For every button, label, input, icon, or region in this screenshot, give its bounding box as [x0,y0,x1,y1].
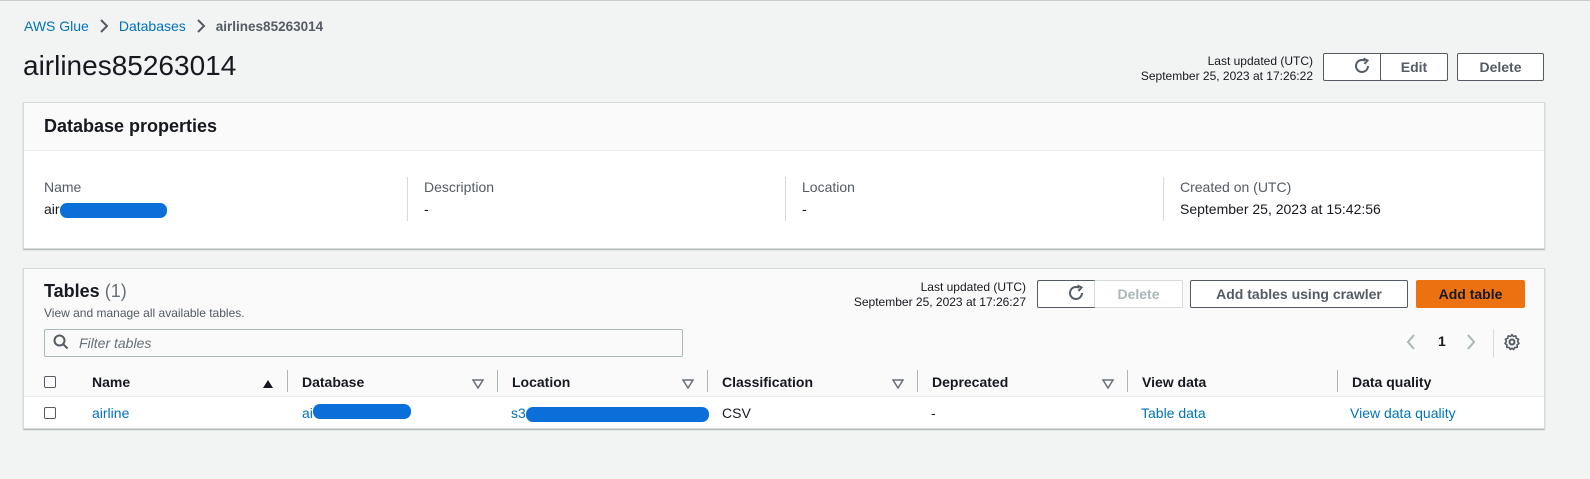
last-updated: Last updated (UTC) September 25, 2023 at… [1141,54,1313,84]
breadcrumb-databases[interactable]: Databases [119,18,186,34]
tables-delete-button[interactable]: Delete [1094,280,1183,308]
table-cell-data-quality: View data quality [1350,405,1456,421]
redaction-mark [312,403,411,419]
sort-icon[interactable] [891,376,905,392]
top-border [0,0,1590,1]
column-header-deprecated[interactable]: Deprecated [932,374,1008,390]
database-properties-panel: Database properties Name air Description… [23,102,1545,249]
table-cell-database: ai [302,403,411,421]
select-all-checkbox[interactable] [44,376,56,388]
tables-title: Tables (1) [44,281,127,302]
property-name-label: Name [44,179,82,195]
edit-button[interactable]: Edit [1380,53,1448,81]
settings-gear-icon[interactable] [1503,333,1521,354]
location-link[interactable]: s3 [511,405,709,422]
database-link-text: ai [302,405,313,421]
property-name: Name air [44,179,167,218]
sort-icon[interactable] [471,376,485,392]
column-view-data-label: View data [1142,374,1207,390]
sort-icon[interactable] [1101,376,1115,392]
property-created: Created on (UTC) September 25, 2023 at 1… [1180,179,1381,217]
table-data-link[interactable]: Table data [1141,405,1206,421]
filter-tables-input[interactable] [77,334,661,352]
column-resizer[interactable] [1127,370,1128,392]
property-created-label: Created on (UTC) [1180,179,1292,195]
tables-count: (1) [104,281,127,301]
column-header-data-quality: Data quality [1352,374,1431,390]
property-created-value: September 25, 2023 at 15:42:56 [1180,201,1381,217]
tables-last-updated: Last updated (UTC) September 25, 2023 at… [854,280,1026,310]
table-cell-name: airline [92,405,129,421]
breadcrumb-aws-glue[interactable]: AWS Glue [24,18,89,34]
location-link-text: s3 [511,405,526,421]
tables-last-updated-value: September 25, 2023 at 17:26:27 [853,295,1026,309]
page-title: airlines85263014 [23,50,237,81]
redaction-mark [525,406,709,422]
panel-header [24,103,1544,151]
row-select-checkbox[interactable] [44,407,56,419]
table-name-link[interactable]: airline [92,405,129,421]
column-header-view-data: View data [1142,374,1206,390]
divider [1163,177,1164,221]
column-resizer[interactable] [287,370,288,392]
sort-ascending-icon[interactable] [262,376,274,392]
chevron-right-icon [89,19,119,33]
page-number[interactable]: 1 [1438,333,1446,349]
property-location-label: Location [802,179,855,195]
column-location-label: Location [512,374,571,390]
property-location: Location - [802,179,855,217]
last-updated-value: September 25, 2023 at 17:26:22 [1140,69,1313,83]
tables-title-text: Tables [44,281,100,301]
table-cell-location: s3 [511,405,709,422]
column-header-database[interactable]: Database [302,374,364,390]
refresh-icon [1353,57,1371,78]
chevron-right-icon[interactable] [1465,333,1477,354]
column-resizer[interactable] [1337,370,1338,392]
property-description: Description - [424,179,494,217]
column-name-label: Name [92,374,131,390]
database-properties-title: Database properties [44,116,218,136]
divider [785,177,786,221]
chevron-right-icon [186,19,216,33]
breadcrumb-current: airlines85263014 [215,18,324,34]
column-resizer[interactable] [497,370,498,392]
add-tables-crawler-button[interactable]: Add tables using crawler [1190,280,1408,308]
delete-button[interactable]: Delete [1457,53,1544,81]
tables-last-updated-label: Last updated (UTC) [920,280,1026,294]
column-database-label: Database [302,374,365,390]
view-data-quality-link[interactable]: View data quality [1350,405,1456,421]
table-cell-view-data: Table data [1141,405,1206,421]
property-location-value: - [802,201,807,217]
column-data-quality-label: Data quality [1352,374,1432,390]
sort-icon[interactable] [681,376,695,392]
column-resizer[interactable] [917,370,918,392]
add-table-button[interactable]: Add table [1416,280,1525,308]
column-deprecated-label: Deprecated [932,374,1009,390]
column-resizer[interactable] [707,370,708,392]
column-header-name[interactable]: Name [92,374,130,390]
table-cell-deprecated: - [931,405,936,421]
filter-tables-field[interactable] [44,329,683,357]
refresh-icon [1067,284,1085,305]
breadcrumb: AWS Glue Databases airlines85263014 [24,18,323,34]
search-icon [53,334,69,353]
property-description-label: Description [424,179,495,195]
column-classification-label: Classification [722,374,814,390]
table-cell-classification: CSV [722,405,751,421]
divider [407,177,408,221]
chevron-left-icon[interactable] [1405,333,1417,354]
property-name-value: air [44,201,167,218]
tables-panel: Tables (1) View and manage all available… [23,268,1545,429]
pager-divider [1493,329,1494,357]
column-header-classification[interactable]: Classification [722,374,813,390]
name-value-text: air [44,201,60,217]
header-separator [24,396,1544,397]
redaction-mark [59,202,167,218]
tables-subtitle: View and manage all available tables. [44,306,245,320]
column-header-location[interactable]: Location [512,374,570,390]
property-description-value: - [424,201,429,217]
last-updated-label: Last updated (UTC) [1207,54,1313,68]
database-link[interactable]: ai [302,403,411,421]
